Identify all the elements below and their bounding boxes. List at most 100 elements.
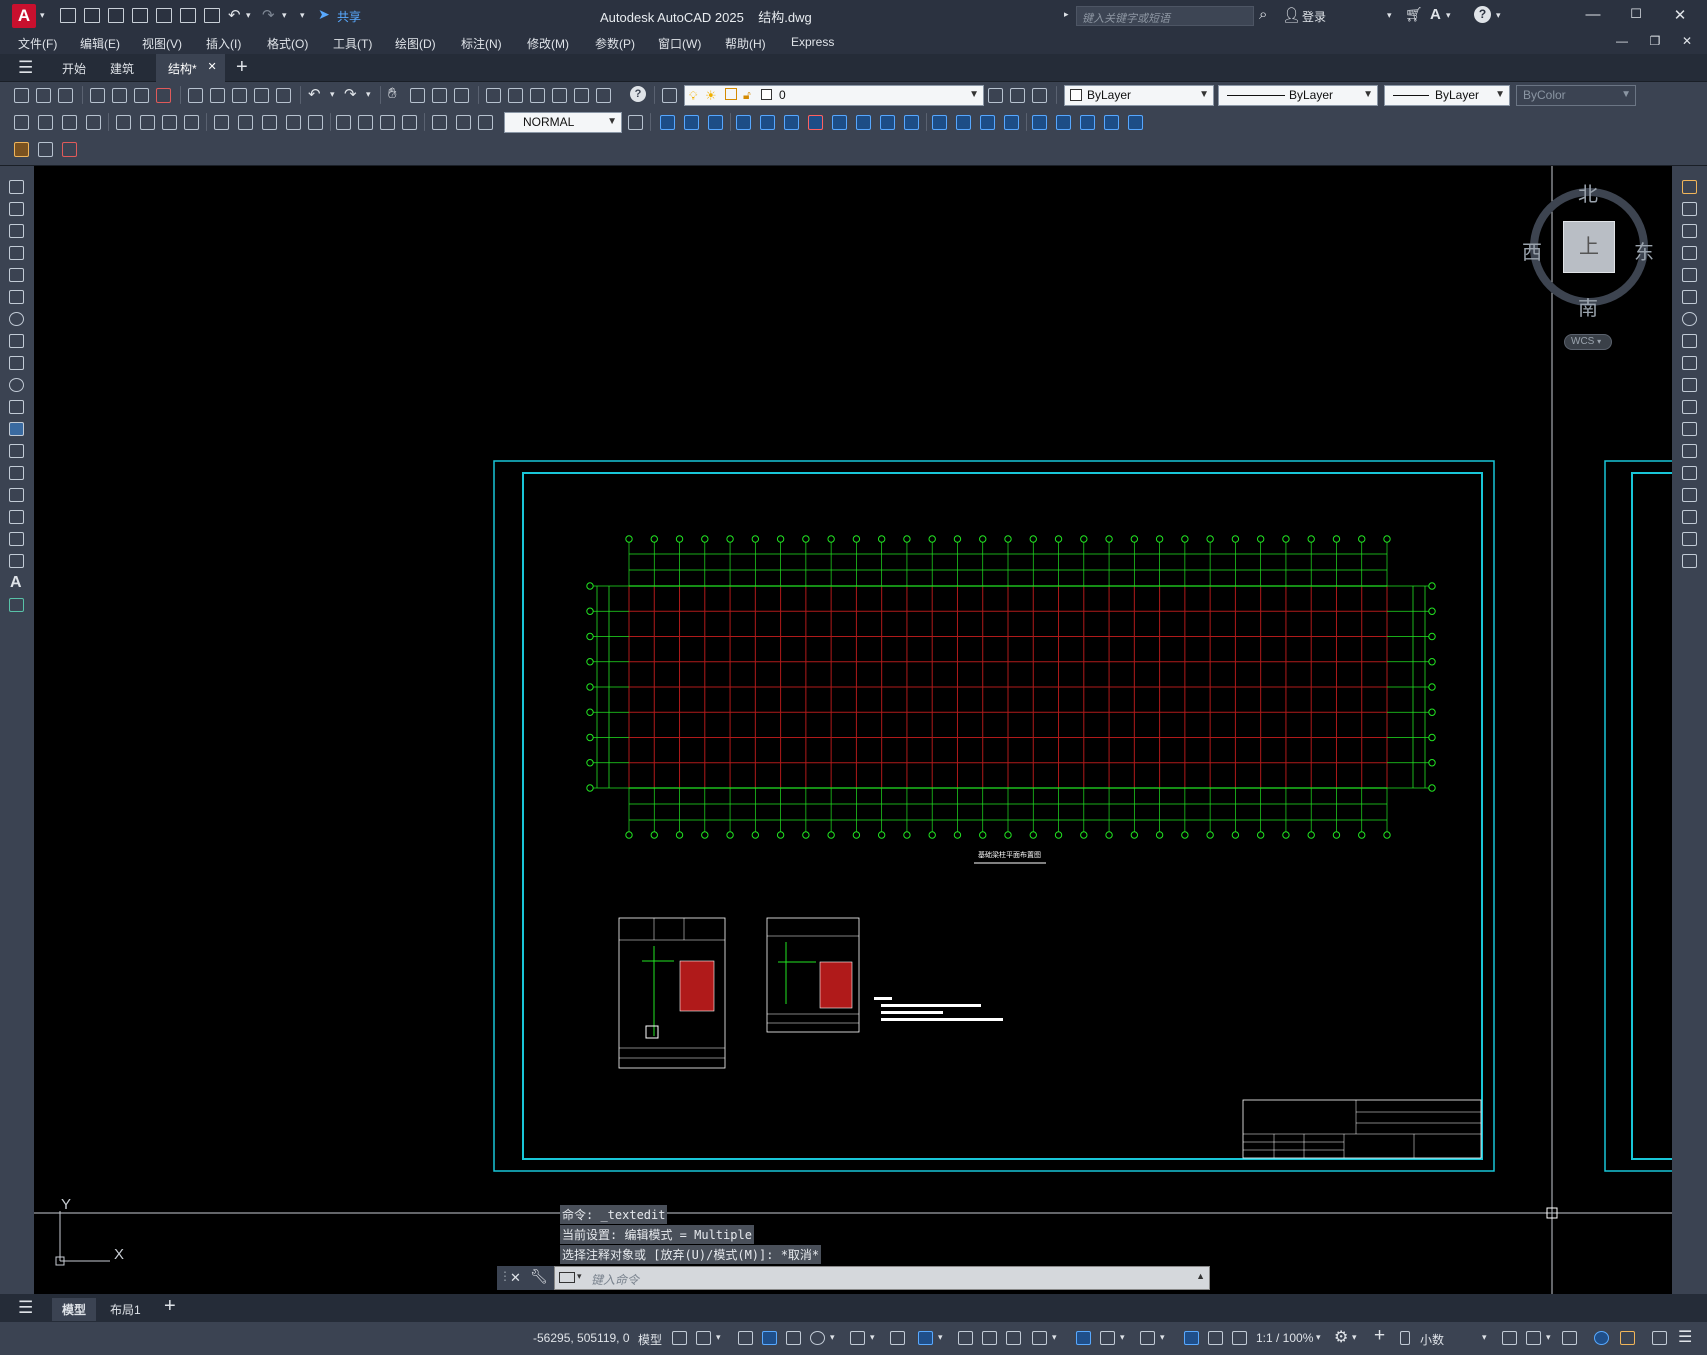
- line-icon[interactable]: [9, 180, 24, 194]
- viewcube-top-face[interactable]: 上: [1563, 221, 1615, 273]
- layer-vp-freeze-icon[interactable]: [725, 88, 737, 100]
- copy-object-icon[interactable]: [1682, 202, 1697, 216]
- bring-to-front-icon[interactable]: [14, 142, 29, 157]
- ortho-mode-icon[interactable]: [786, 1331, 801, 1345]
- copy-faces-icon[interactable]: [880, 115, 895, 130]
- model-space-toggle[interactable]: 模型: [638, 1331, 662, 1348]
- menu-edit[interactable]: 编辑(E): [80, 35, 120, 52]
- dim-jogged-icon[interactable]: [140, 115, 155, 130]
- annotation-visibility-icon[interactable]: [1184, 1331, 1199, 1345]
- hamburger-menu-icon[interactable]: ☰: [18, 58, 33, 78]
- infer-constraints-icon[interactable]: [738, 1331, 753, 1345]
- extrude-faces-icon[interactable]: [736, 115, 751, 130]
- compass-west-label[interactable]: 西: [1522, 236, 1542, 265]
- tab-model[interactable]: 模型: [52, 1298, 97, 1321]
- wcs-menu-button[interactable]: WCS ▾: [1564, 334, 1612, 350]
- stretch-icon[interactable]: [1682, 356, 1697, 370]
- dim-baseline-icon[interactable]: [238, 115, 253, 130]
- break-at-point-icon[interactable]: [1682, 422, 1697, 436]
- quick-dim-icon[interactable]: [214, 115, 229, 130]
- autodesk-app-icon[interactable]: A: [1430, 6, 1441, 23]
- login-dropdown-icon[interactable]: ▾: [1387, 10, 1392, 21]
- search-input[interactable]: 键入关键字或短语: [1076, 6, 1254, 26]
- filter-dropdown-icon[interactable]: ▾: [1120, 1332, 1125, 1343]
- tab-architecture[interactable]: 建筑: [98, 54, 146, 82]
- gizmo-icon[interactable]: [1140, 1331, 1155, 1345]
- plot-icon[interactable]: [204, 8, 220, 23]
- menu-format[interactable]: 格式(O): [267, 35, 308, 52]
- compass-north-label[interactable]: 北: [1578, 178, 1598, 207]
- layer-freeze-icon[interactable]: ☀: [705, 88, 717, 104]
- 3d-object-snap-icon[interactable]: [1032, 1331, 1047, 1345]
- lineweight-dropdown[interactable]: ByLayer ▼: [1384, 85, 1510, 106]
- new-tab-icon[interactable]: +: [236, 56, 248, 79]
- ellipse-icon[interactable]: [9, 378, 24, 392]
- ellipse-arc-icon[interactable]: [9, 400, 24, 414]
- dim-break-icon[interactable]: [308, 115, 323, 130]
- close-icon[interactable]: ✕: [1670, 6, 1690, 24]
- hatch-icon[interactable]: [9, 488, 24, 502]
- lockui-dropdown-icon[interactable]: ▾: [1546, 1332, 1551, 1343]
- doc-close-icon[interactable]: ✕: [1677, 34, 1697, 48]
- open-web-icon[interactable]: [156, 8, 172, 23]
- share-icon[interactable]: ➤: [318, 6, 330, 23]
- tolerance-icon[interactable]: [336, 115, 351, 130]
- help-icon[interactable]: ?: [630, 86, 646, 102]
- table-icon[interactable]: [9, 554, 24, 568]
- iso-dropdown-icon[interactable]: ▾: [870, 1332, 875, 1343]
- menu-view[interactable]: 视图(V): [142, 35, 182, 52]
- imprint-icon[interactable]: [932, 115, 947, 130]
- doc-restore-icon[interactable]: ❐: [1645, 34, 1665, 48]
- isolate-objects-icon[interactable]: [1562, 1331, 1577, 1345]
- object-snap-tracking-icon[interactable]: [890, 1331, 905, 1345]
- scale-dropdown-icon[interactable]: ▾: [1316, 1332, 1321, 1343]
- make-block-icon[interactable]: [9, 444, 24, 458]
- auto-scale-icon[interactable]: [1208, 1331, 1223, 1345]
- markup-icon[interactable]: [574, 88, 589, 103]
- compass-south-label[interactable]: 南: [1578, 292, 1598, 321]
- erase-icon[interactable]: [1682, 180, 1697, 194]
- plotstyle-dropdown[interactable]: ByColor ▼: [1516, 85, 1636, 106]
- menu-help[interactable]: 帮助(H): [725, 35, 766, 52]
- save-web-icon[interactable]: [180, 8, 196, 23]
- polar-dropdown-icon[interactable]: ▾: [830, 1332, 835, 1343]
- make-current-layer-icon[interactable]: [988, 88, 1003, 103]
- undo-icon[interactable]: ↶: [228, 6, 241, 24]
- osnap-dropdown-icon[interactable]: ▾: [938, 1332, 943, 1343]
- color-dropdown[interactable]: ByLayer ▼: [1064, 85, 1214, 106]
- open-icon[interactable]: [36, 88, 51, 103]
- lock-ui-icon[interactable]: [1526, 1331, 1541, 1345]
- open-file-icon[interactable]: [84, 8, 100, 23]
- add-selected-icon[interactable]: [9, 598, 24, 612]
- save-icon[interactable]: [58, 88, 73, 103]
- mirror-icon[interactable]: [1682, 224, 1697, 238]
- scale-icon[interactable]: [1682, 334, 1697, 348]
- redo-dropdown-icon[interactable]: ▾: [282, 10, 287, 21]
- menu-parametric[interactable]: 参数(P): [595, 35, 635, 52]
- user-icon[interactable]: 👤︎: [1282, 6, 1301, 24]
- copy-icon[interactable]: [210, 88, 225, 103]
- dim-space-icon[interactable]: [286, 115, 301, 130]
- command-prompt-icon[interactable]: [559, 1272, 575, 1283]
- recent-commands-icon[interactable]: ▾: [577, 1271, 582, 1282]
- separate-icon[interactable]: [980, 115, 995, 130]
- menu-draw[interactable]: 绘图(D): [395, 35, 436, 52]
- solid-edit-icon[interactable]: [1128, 115, 1143, 130]
- center-mark-icon[interactable]: [358, 115, 373, 130]
- circle-icon[interactable]: [9, 312, 24, 326]
- layer-states-icon[interactable]: [1032, 88, 1047, 103]
- menu-file[interactable]: 文件(F): [18, 35, 57, 52]
- redo-icon[interactable]: ↷: [344, 85, 357, 103]
- dim-update-icon[interactable]: [478, 115, 493, 130]
- command-input[interactable]: ▾ 键入命令 ▲: [554, 1266, 1210, 1290]
- dim-diameter-icon[interactable]: [162, 115, 177, 130]
- dim-angular-icon[interactable]: [184, 115, 199, 130]
- isometric-drafting-icon[interactable]: [850, 1331, 865, 1345]
- properties-icon[interactable]: [486, 88, 501, 103]
- dynamic-ucs-icon[interactable]: [1076, 1331, 1091, 1345]
- spline-icon[interactable]: [9, 356, 24, 370]
- inspect-icon[interactable]: [380, 115, 395, 130]
- copy-edges-icon[interactable]: [1032, 115, 1047, 130]
- compass-east-label[interactable]: 东: [1634, 236, 1654, 265]
- menu-dimension[interactable]: 标注(N): [461, 35, 502, 52]
